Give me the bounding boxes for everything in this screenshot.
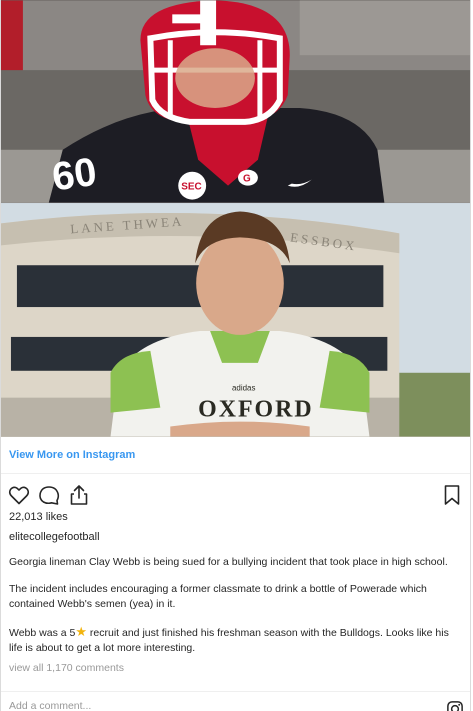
view-all-comments-link[interactable]: view all 1,170 comments xyxy=(1,656,470,674)
caption-paragraph-2: The incident includes encouraging a form… xyxy=(9,583,427,610)
football-player-helmet-photo: 60 SEC G xyxy=(1,0,470,203)
add-comment-row: Add a comment... xyxy=(1,691,470,711)
post-photo[interactable]: 60 SEC G LANE THWEA ESSBOX OXFORD adidas xyxy=(1,0,470,437)
heart-icon[interactable] xyxy=(7,483,31,507)
caption-paragraph-3: Webb was a 5★ recruit and just finished … xyxy=(9,624,462,656)
view-more-on-instagram-link[interactable]: View More on Instagram xyxy=(9,449,135,461)
instagram-embed: 60 SEC G LANE THWEA ESSBOX OXFORD adidas… xyxy=(0,0,471,711)
add-comment-field[interactable]: Add a comment... xyxy=(9,700,446,711)
share-icon[interactable] xyxy=(67,483,91,507)
svg-text:OXFORD: OXFORD xyxy=(198,397,313,423)
star-icon: ★ xyxy=(75,624,87,639)
caption-paragraph-3-start: Webb was a 5 xyxy=(9,627,76,639)
instagram-icon[interactable] xyxy=(446,700,464,711)
post-caption: Georgia lineman Clay Webb is being sued … xyxy=(1,555,470,656)
view-more-row: View More on Instagram xyxy=(1,437,470,474)
post-actions-bar xyxy=(1,474,470,508)
comment-icon[interactable] xyxy=(37,483,61,507)
caption-paragraph-1: Georgia lineman Clay Webb is being sued … xyxy=(9,556,448,568)
svg-text:G: G xyxy=(243,174,251,185)
likes-count[interactable]: 22,013 likes xyxy=(1,508,470,523)
svg-text:60: 60 xyxy=(49,150,99,200)
football-player-oxford-photo: LANE THWEA ESSBOX OXFORD adidas xyxy=(1,203,470,437)
svg-text:SEC: SEC xyxy=(181,182,201,193)
bookmark-icon[interactable] xyxy=(440,483,464,507)
svg-text:adidas: adidas xyxy=(232,384,255,393)
post-username[interactable]: elitecollegefootball xyxy=(1,523,470,543)
